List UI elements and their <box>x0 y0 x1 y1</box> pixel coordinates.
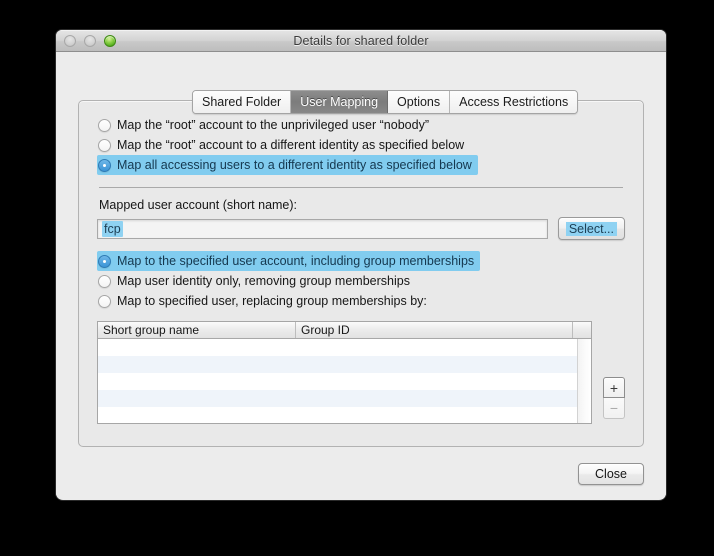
window-body: Shared Folder User Mapping Options Acces… <box>56 52 666 499</box>
radio-label: Map to the specified user account, inclu… <box>117 254 475 268</box>
radio-button-icon <box>98 138 111 152</box>
window-title: Details for shared folder <box>293 34 429 48</box>
table-row[interactable] <box>98 407 577 423</box>
close-dialog-button[interactable]: Close <box>578 463 644 485</box>
tab-options[interactable]: Options <box>388 91 451 113</box>
group-mode-radio-group: Map to the specified user account, inclu… <box>97 251 625 311</box>
radio-map-root-to-nobody[interactable]: Map the “root” account to the unprivileg… <box>97 115 625 135</box>
table-row[interactable] <box>98 339 577 356</box>
select-account-button[interactable]: Select... <box>557 217 625 240</box>
radio-map-including-groups[interactable]: Map to the specified user account, inclu… <box>97 251 481 271</box>
radio-label: Map the “root” account to the unprivileg… <box>117 118 429 132</box>
radio-map-all-users-to-identity[interactable]: Map all accessing users to a different i… <box>97 155 478 175</box>
mapped-account-label: Mapped user account (short name): <box>99 198 298 212</box>
radio-label: Map user identity only, removing group m… <box>117 274 410 288</box>
group-table-header: Short group name Group ID <box>98 322 591 339</box>
radio-map-root-to-identity[interactable]: Map the “root” account to a different id… <box>97 135 625 155</box>
mapped-account-value: fcp <box>102 220 123 237</box>
radio-map-identity-only[interactable]: Map user identity only, removing group m… <box>97 271 625 291</box>
radio-button-icon <box>98 274 111 288</box>
remove-group-button[interactable]: − <box>603 398 625 419</box>
table-row[interactable] <box>98 373 577 390</box>
tab-shared-folder[interactable]: Shared Folder <box>193 91 292 113</box>
radio-button-icon <box>98 118 111 132</box>
user-mapping-panel: Map the “root” account to the unprivileg… <box>78 100 644 447</box>
radio-label: Map all accessing users to a different i… <box>117 158 472 172</box>
details-window: Details for shared folder Shared Folder … <box>56 30 666 500</box>
radio-label: Map the “root” account to a different id… <box>117 138 465 152</box>
radio-button-selected-icon <box>98 158 111 172</box>
select-account-button-label: Select... <box>565 221 617 236</box>
table-row[interactable] <box>98 356 577 373</box>
radio-button-icon <box>98 294 111 308</box>
window-titlebar[interactable]: Details for shared folder <box>56 30 666 52</box>
radio-label: Map to specified user, replacing group m… <box>117 294 427 308</box>
group-table-vertical-scrollbar[interactable] <box>577 339 591 423</box>
add-group-button[interactable]: + <box>603 377 625 398</box>
tab-bar: Shared Folder User Mapping Options Acces… <box>192 90 579 114</box>
column-header-spacer[interactable] <box>573 322 591 338</box>
group-table[interactable]: Short group name Group ID <box>97 321 592 424</box>
group-table-area: Short group name Group ID + − <box>97 321 625 424</box>
radio-button-selected-icon <box>98 254 111 268</box>
column-header-short-group-name[interactable]: Short group name <box>98 322 296 338</box>
group-table-body <box>98 339 577 423</box>
mapping-mode-radio-group: Map the “root” account to the unprivileg… <box>97 115 625 175</box>
tab-access-restrictions[interactable]: Access Restrictions <box>450 91 578 113</box>
radio-map-replacing-groups[interactable]: Map to specified user, replacing group m… <box>97 291 625 311</box>
tab-user-mapping[interactable]: User Mapping <box>291 91 389 113</box>
mapped-account-row: fcp Select... <box>97 217 625 240</box>
column-header-group-id[interactable]: Group ID <box>296 322 573 338</box>
section-divider <box>99 187 623 188</box>
mapped-account-input[interactable]: fcp <box>97 218 548 239</box>
group-table-controls: + − <box>603 377 625 419</box>
table-row[interactable] <box>98 390 577 407</box>
